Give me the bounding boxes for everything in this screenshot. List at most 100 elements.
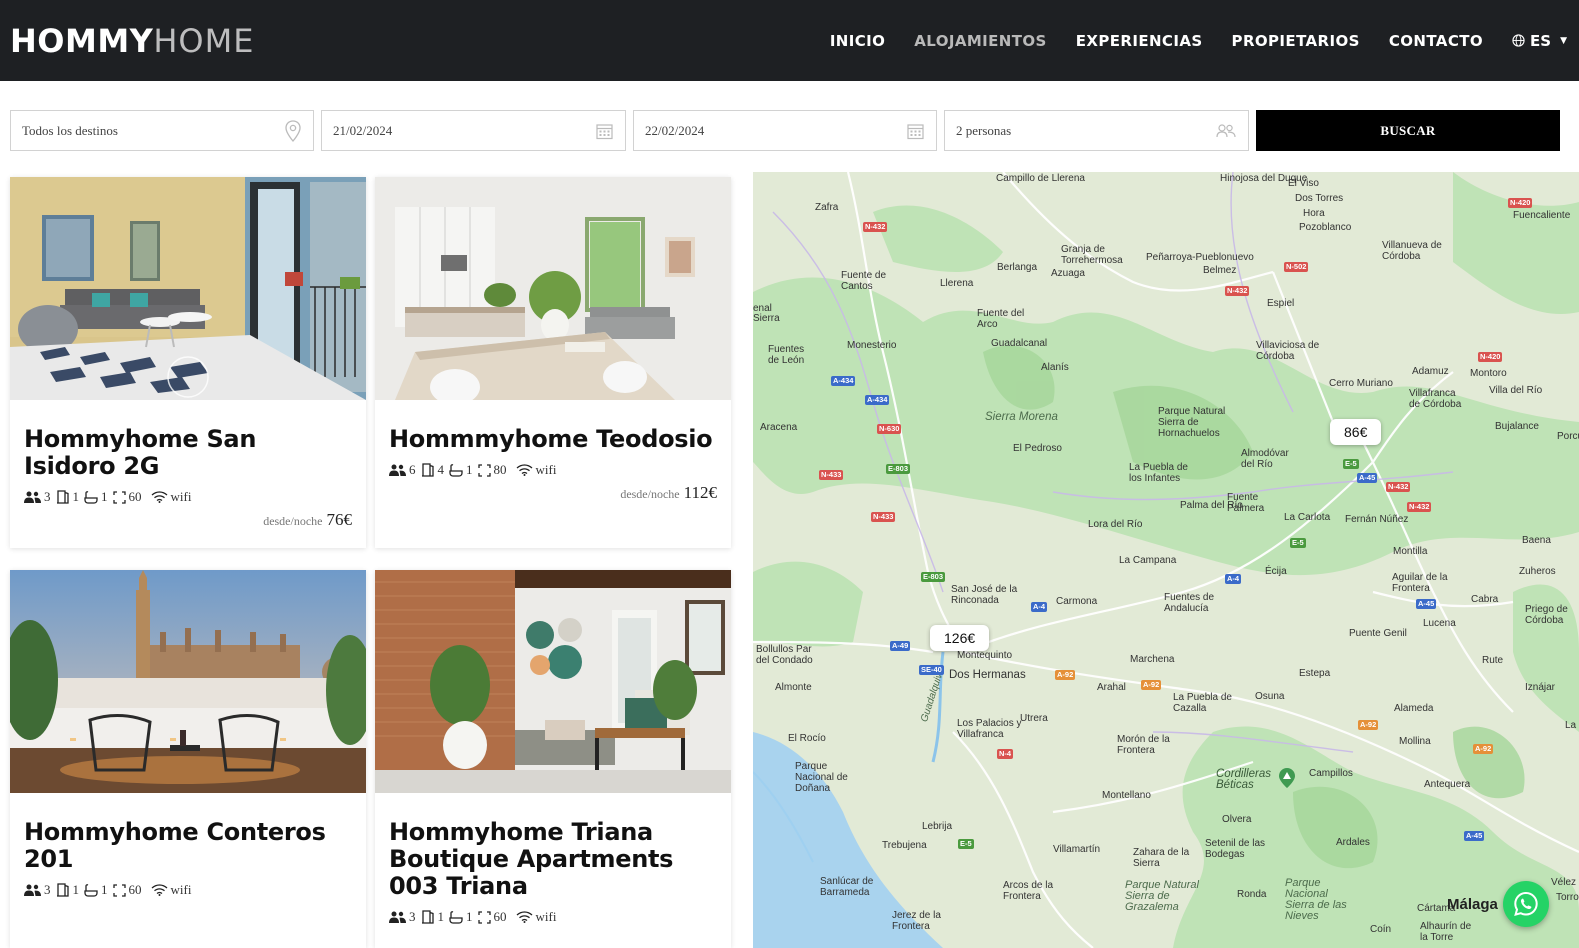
bathrooms-count: 1 [101,489,108,504]
listing-photo[interactable] [375,570,731,793]
map-label: Fuentes de León [768,344,805,366]
area-icon [112,490,126,504]
listing-title[interactable]: Hommyhome San Isidoro 2G [24,426,352,480]
logo[interactable]: HOMMY HOME [10,22,254,60]
guests-count: 3 [44,489,51,504]
door-icon [56,490,69,504]
destination-field[interactable]: Todos los destinos [10,110,314,151]
location-pin-icon [285,119,301,142]
bathtub-icon [449,463,463,477]
map-label: La Puebla de los Infantes [1129,462,1188,484]
map-label: Estepa [1299,668,1331,679]
nav-contacto[interactable]: CONTACTO [1389,32,1483,50]
price-pin[interactable]: 86€ [1330,419,1382,445]
map-label: Villanueva de Córdoba [1382,240,1442,262]
listing-photo[interactable] [375,177,731,400]
map-label: Rute [1482,655,1504,666]
road-shield: N-630 [877,424,902,434]
map-label: La [1565,720,1577,731]
map-label: Málaga [1447,896,1498,913]
map-label: Setenil de las Bodegas [1205,838,1266,860]
price-prefix: desde/noche [263,514,323,528]
area-value: 80 [493,462,507,477]
guests-icon [389,464,406,476]
map-label: Fuente del Arco [977,308,1025,330]
listing-title[interactable]: Hommyhome Triana Boutique Apartments 003… [389,819,717,900]
road-shield: A-92 [1358,720,1379,730]
map-label: Parque Natural Sierra de Hornachuelos [1158,406,1226,439]
map-label: Trebujena [882,840,927,851]
map-label: Marchena [1130,654,1175,665]
map-label: Sierra [753,313,780,324]
map-label: Zafra [815,202,839,213]
whatsapp-button[interactable] [1503,881,1549,927]
map-label: Montequinto [957,650,1013,661]
road-shield: A-92 [1141,680,1162,690]
terrace-cathedral-photo [10,570,366,793]
road-shield: A-45 [1464,831,1485,841]
bedrooms-count: 1 [72,489,80,504]
map-label: Antequera [1424,779,1471,790]
checkin-field[interactable]: 21/02/2024 [321,110,626,151]
nav-experiencias[interactable]: EXPERIENCIAS [1076,32,1203,50]
checkout-field[interactable]: 22/02/2024 [633,110,937,151]
guests-icon [389,911,406,923]
amenities: 6 4 1 80 wifi [389,462,717,478]
guests-field[interactable]: 2 personas [944,110,1249,151]
listing-title[interactable]: Hommyhome Conteros 201 [24,819,352,873]
listing-card[interactable]: Hommyhome San Isidoro 2G 3 1 1 60 wifi d… [10,177,366,548]
map-label: Villafranca de Córdoba [1409,388,1462,410]
listing-photo[interactable] [10,177,366,400]
listing-price: desde/noche 76€ [24,510,352,530]
map-label: Écija [1265,566,1287,577]
amenities: 3 1 1 60 wifi [24,489,352,505]
map-label: Campillos [1309,768,1353,779]
listing-card[interactable]: Hommmyhome Teodosio 6 4 1 80 wifi desde/… [375,177,731,548]
door-icon [56,883,69,897]
people-icon [1216,123,1236,137]
guests-icon [24,491,41,503]
road-shield: N-420 [1478,352,1503,362]
park-marker-icon [1279,768,1295,788]
road-shield: N-4 [997,749,1014,759]
bedrooms-count: 1 [437,909,445,924]
map-label: Peñarroya-Pueblonuevo [1146,252,1254,263]
nav-propietarios[interactable]: PROPIETARIOS [1232,32,1360,50]
bathtub-icon [84,490,98,504]
map-label: Olvera [1222,814,1252,825]
map-label: Villa del Río [1489,385,1543,396]
map-label: Mollina [1399,736,1431,747]
map-label: Zahara de la Sierra [1133,847,1190,869]
map-label: Parque Nacional de Doñana [795,761,848,794]
search-button[interactable]: BUSCAR [1256,110,1560,151]
listing-photo[interactable] [10,570,366,793]
road-shield: N-432 [1225,286,1250,296]
logo-bold: HOMMY [10,21,154,60]
map-label: Los Palacios y Villafranca [957,718,1022,740]
map-label: Vélez [1551,877,1577,888]
map-label: Carmona [1056,596,1098,607]
wifi-label: wifi [535,462,557,477]
map-label: Arcos de la Frontera [1003,880,1054,902]
bathtub-icon [449,910,463,924]
map-label: Parque Natural Sierra de Grazalema [1125,879,1199,913]
bathrooms-count: 1 [101,882,108,897]
wifi-icon [151,884,167,896]
road-shield: E-5 [958,839,974,849]
bathrooms-count: 1 [466,462,473,477]
price-pin[interactable]: 126€ [930,625,990,651]
nav-inicio[interactable]: INICIO [830,32,885,50]
listing-card[interactable]: Hommyhome Conteros 201 3 1 1 60 wifi [10,570,366,948]
map-label: Osuna [1255,691,1285,702]
map-label: Alanís [1041,362,1069,373]
map-view[interactable]: Campillo de Llerena Hinojosa del Duque E… [753,172,1579,948]
road-shield: A-434 [865,395,890,405]
nav-alojamientos[interactable]: ALOJAMIENTOS [914,32,1046,50]
map-label: Puente Genil [1349,628,1407,639]
language-selector[interactable]: ES ▼ [1512,32,1567,50]
listing-title[interactable]: Hommmyhome Teodosio [389,426,717,453]
listing-card[interactable]: Hommyhome Triana Boutique Apartments 003… [375,570,731,948]
guests-count: 3 [409,909,416,924]
map-label: Lebrija [922,821,953,832]
guests-count: 6 [409,462,416,477]
